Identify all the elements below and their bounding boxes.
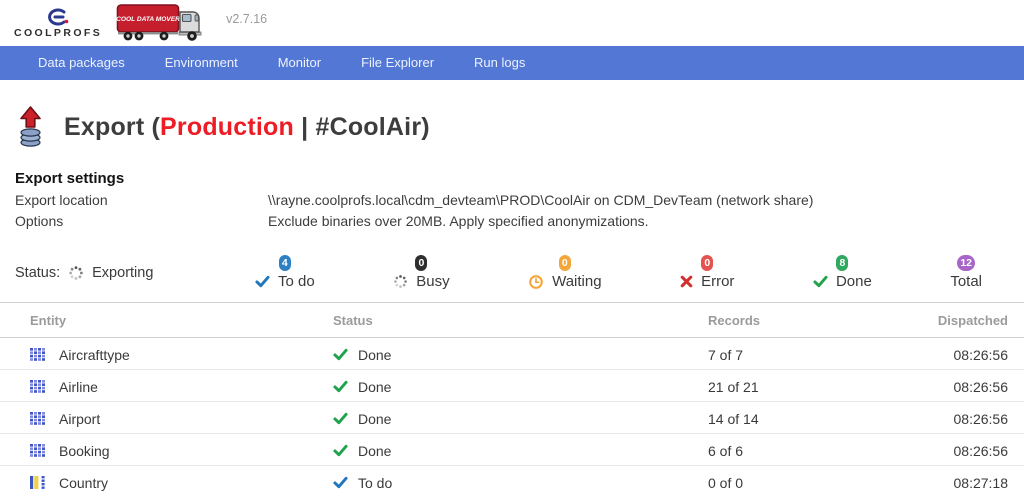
counter-label: Total xyxy=(950,273,982,290)
error-cross-icon xyxy=(680,275,693,288)
entity-table-icon xyxy=(30,380,45,393)
counter-label: Error xyxy=(701,273,735,290)
truck-icon: COOL DATA MOVER xyxy=(116,3,202,41)
main-nav: Data packages Environment Monitor File E… xyxy=(0,46,1024,80)
counter-done-badge: 8 xyxy=(836,255,849,271)
brand-name: COOLPROFS xyxy=(14,26,103,39)
row-records: 0 of 0 xyxy=(690,465,915,498)
counter-waiting-badge: 0 xyxy=(558,255,571,271)
entity-name: Country xyxy=(59,474,109,491)
setting-row-export-location: Export location \\rayne.coolprofs.local\… xyxy=(15,192,1024,208)
counter-error: 0 Error xyxy=(680,253,734,290)
row-dispatched: 08:26:56 xyxy=(915,369,1024,402)
version-label: v2.7.16 xyxy=(226,12,268,26)
spinner-icon xyxy=(68,265,84,281)
truck-banner-text: COOL DATA MOVER xyxy=(116,16,180,23)
row-records: 6 of 6 xyxy=(690,433,915,466)
coolprofs-logo-icon xyxy=(48,8,69,25)
table-row: Country To do 0 of 0 08:27:18 xyxy=(0,465,1024,498)
status-indicator: Status: Exporting xyxy=(15,265,255,281)
status-row: Status: Exporting 4 To do 0 Busy 0 Waiti… xyxy=(15,253,1024,290)
status-counters: 4 To do 0 Busy 0 Waiting 0 Error 8 Done … xyxy=(255,253,1024,290)
nav-item-file-explorer[interactable]: File Explorer xyxy=(341,46,454,80)
busy-spinner-icon xyxy=(393,274,408,289)
row-status: Done xyxy=(358,410,392,427)
counter-label: To do xyxy=(278,273,315,290)
done-check-icon xyxy=(813,275,828,288)
row-status: Done xyxy=(358,442,392,459)
entities-table: Entity Status Records Dispatched Aircraf… xyxy=(0,302,1024,498)
coolprofs-logo[interactable]: COOLPROFS xyxy=(14,8,102,39)
entity-name: Airport xyxy=(59,410,101,427)
row-dispatched: 08:26:56 xyxy=(953,346,1009,363)
done-check-icon xyxy=(333,380,348,393)
counter-done: 8 Done xyxy=(813,253,872,290)
counter-todo-badge: 4 xyxy=(278,255,291,271)
row-records: 21 of 21 xyxy=(690,369,915,402)
main-content: Export (Production | #CoolAir) Export se… xyxy=(0,102,1024,498)
row-dispatched: 08:27:18 xyxy=(915,465,1024,498)
entity-table-icon xyxy=(30,412,45,425)
row-records: 7 of 7 xyxy=(708,346,744,363)
done-check-icon xyxy=(333,412,348,425)
table-row: Booking Done 6 of 6 08:26:56 xyxy=(0,433,1024,466)
column-header-records: Records xyxy=(690,302,915,338)
waiting-clock-icon xyxy=(528,274,544,290)
row-status: To do xyxy=(358,474,393,491)
row-status: Done xyxy=(358,346,392,363)
counter-label: Waiting xyxy=(552,273,602,290)
counter-label: Busy xyxy=(416,273,450,290)
counter-busy: 0 Busy xyxy=(393,253,450,290)
cool-data-mover-truck: COOL DATA MOVER xyxy=(116,0,212,47)
row-dispatched: 08:26:56 xyxy=(915,401,1024,434)
nav-item-run-logs[interactable]: Run logs xyxy=(454,46,545,80)
setting-label: Export location xyxy=(15,192,108,208)
table-header-row: Entity Status Records Dispatched xyxy=(0,302,1024,338)
environment-name: Production xyxy=(160,112,294,141)
row-records: 14 of 14 xyxy=(690,401,915,434)
entity-name: Aircrafttype xyxy=(59,346,130,363)
nav-item-environment[interactable]: Environment xyxy=(145,46,258,80)
nav-item-data-packages[interactable]: Data packages xyxy=(18,46,145,80)
entity-table-icon xyxy=(30,444,45,457)
app-header: COOLPROFS COOL DATA MOVER v2.7.16 xyxy=(0,0,1024,46)
table-row: Aircrafttype Done 7 of 7 08:26:56 xyxy=(0,338,1024,370)
entity-partial-table-icon xyxy=(30,476,45,489)
status-label: Status: xyxy=(15,265,61,281)
setting-value: Exclude binaries over 20MB. Apply specif… xyxy=(268,213,649,229)
counter-label: Done xyxy=(835,273,872,290)
counter-busy-badge: 0 xyxy=(415,255,428,271)
page-title-row: Export (Production | #CoolAir) xyxy=(15,102,1024,152)
nav-item-monitor[interactable]: Monitor xyxy=(258,46,341,80)
setting-value: \\rayne.coolprofs.local\cdm_devteam\PROD… xyxy=(268,192,814,208)
counter-total-badge: 12 xyxy=(957,255,975,271)
table-row: Airport Done 14 of 14 08:26:56 xyxy=(0,401,1024,434)
export-icon xyxy=(20,106,41,147)
export-settings-heading: Export settings xyxy=(15,170,125,187)
todo-check-icon xyxy=(333,476,348,489)
counter-total: 12 Total xyxy=(950,253,982,290)
counter-waiting: 0 Waiting xyxy=(528,253,602,290)
done-check-icon xyxy=(333,444,348,457)
entity-name: Booking xyxy=(59,442,110,459)
entity-name: Airline xyxy=(59,378,98,395)
column-header-dispatched: Dispatched xyxy=(915,302,1024,338)
setting-row-options: Options Exclude binaries over 20MB. Appl… xyxy=(15,213,1024,229)
status-state: Exporting xyxy=(92,265,154,281)
setting-label: Options xyxy=(15,213,64,229)
table-row: Airline Done 21 of 21 08:26:56 xyxy=(0,369,1024,402)
todo-check-icon xyxy=(255,275,270,288)
counter-error-badge: 0 xyxy=(701,255,714,271)
column-header-status: Status xyxy=(315,302,690,338)
row-dispatched: 08:26:56 xyxy=(915,433,1024,466)
row-status: Done xyxy=(358,378,392,395)
export-settings-section: Export settings Export location \\rayne.… xyxy=(15,170,1024,229)
counter-todo: 4 To do xyxy=(255,253,315,290)
column-header-entity: Entity xyxy=(0,302,315,338)
done-check-icon xyxy=(333,348,348,361)
entity-table-icon xyxy=(30,348,45,361)
page-title: Export (Production | #CoolAir) xyxy=(64,112,430,141)
